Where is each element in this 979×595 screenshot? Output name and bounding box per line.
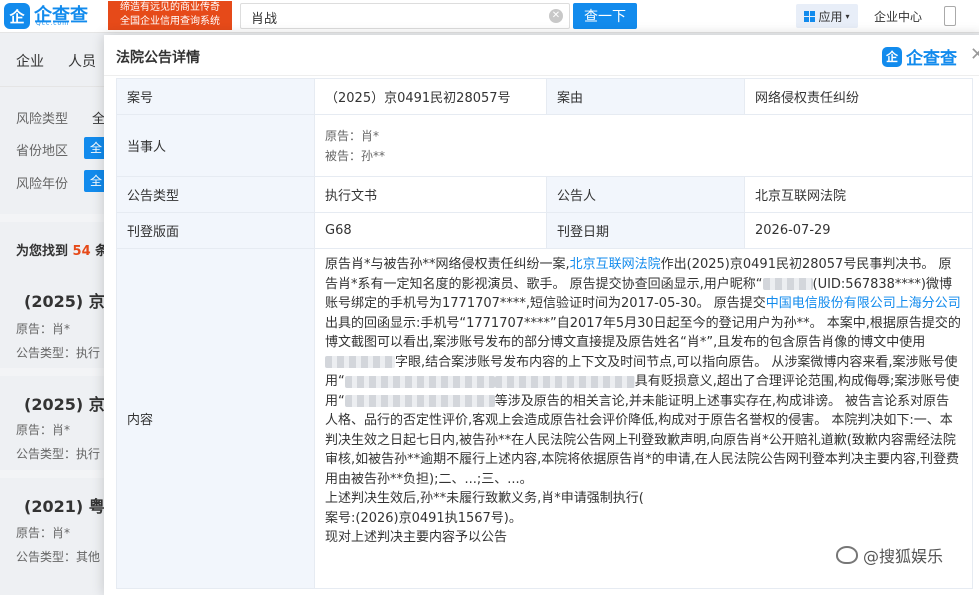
search-type-nav: 企业 人员 [0, 33, 120, 85]
result-count-prefix: 为您找到 [16, 244, 69, 259]
filter-label-region: 省份地区 [16, 144, 69, 159]
chevron-down-icon: ▾ [845, 11, 850, 21]
announcer-value: 北京互联网法院 [744, 176, 973, 213]
content-text: 现对上述判决主要内容予以公告 [325, 530, 508, 545]
section-gap [0, 470, 120, 478]
section-gap [0, 214, 120, 222]
result-title[interactable]: (2025) 京 [24, 391, 105, 415]
telecom-link[interactable]: 中国电信股份有限公司上海分公司 [766, 296, 961, 311]
content-text: 出具的回函显示:手机号“1771707****”自2017年5月30日起至今的登… [325, 315, 961, 351]
result-title[interactable]: (2025) 京 [24, 288, 105, 312]
case-cause-value: 网络侵权责任纠纷 [744, 78, 973, 115]
divider [0, 86, 120, 87]
weibo-icon [836, 546, 858, 564]
filter-label-year: 风险年份 [16, 177, 69, 192]
apps-label: 应用 [818, 9, 843, 24]
result-type: 公告类型：其他 [16, 550, 101, 564]
table-row: 当事人 原告：肖* 被告：孙** [116, 114, 973, 177]
result-type: 公告类型：执行 [16, 447, 101, 461]
court-link[interactable]: 北京互联网法院 [570, 257, 661, 272]
brand-mark: 企 [882, 46, 902, 67]
watermark-text: @搜狐娱乐 [863, 547, 944, 566]
content-text: 案号:(2026)京0491执1567号)。 [325, 510, 522, 526]
content-text: 原告肖*与被告孙**网络侵权责任纠纷一案, [325, 257, 570, 272]
grid-icon [804, 10, 816, 22]
publish-date-value: 2026-07-29 [744, 212, 973, 249]
result-title[interactable]: (2021) 粤 [24, 493, 105, 517]
slogan-banner: 缔造有远见的商业传奇 全国企业信用查询系统 [108, 1, 232, 30]
table-row: 公告类型 执行文书 公告人 北京互联网法院 [116, 176, 973, 213]
table-row: 内容 原告肖*与被告孙**网络侵权责任纠纷一案,北京互联网法院作出(2025)京… [116, 248, 973, 589]
case-number-value: （2025）京0491民初28057号 [314, 78, 547, 115]
apps-button[interactable]: 应用 ▾ [796, 4, 858, 28]
case-number-label: 案号 [116, 78, 315, 115]
search-box: ✕ [240, 3, 570, 30]
nav-tab-person[interactable]: 人员 [68, 51, 96, 71]
result-plaintiff: 原告：肖* [16, 322, 71, 336]
table-row: 案号 （2025）京0491民初28057号 案由 网络侵权责任纠纷 [116, 78, 973, 115]
result-plaintiff: 原告：肖* [16, 526, 71, 540]
clear-icon[interactable]: ✕ [549, 9, 563, 23]
redacted-block [494, 375, 635, 388]
result-count-number: 54 [72, 244, 91, 259]
top-bar: 企 企查查 Qcc.com 缔造有远见的商业传奇 全国企业信用查询系统 ✕ 查一… [0, 0, 979, 33]
notice-detail-table: 案号 （2025）京0491民初28057号 案由 网络侵权责任纠纷 当事人 原… [116, 78, 973, 589]
mobile-phone-icon[interactable] [944, 6, 956, 26]
case-cause-label: 案由 [546, 78, 745, 115]
publish-page-value: G68 [314, 212, 547, 249]
result-count: 为您找到 54 条 [16, 240, 108, 259]
publish-date-label: 刊登日期 [546, 212, 745, 249]
announcer-label: 公告人 [546, 176, 745, 213]
enterprise-center-link[interactable]: 企业中心 [874, 8, 922, 25]
nav-tab-company[interactable]: 企业 [16, 51, 44, 71]
search-button[interactable]: 查一下 [573, 3, 637, 29]
publish-page-label: 刊登版面 [116, 212, 315, 249]
brand-text: 企查查 [906, 49, 957, 69]
slogan-line-1: 缔造有远见的商业传奇 [120, 2, 220, 13]
modal-header: 法院公告详情 企 企查查 ✕ [104, 35, 979, 76]
redacted-block [344, 375, 495, 388]
party-value: 原告：肖* 被告：孙** [314, 114, 973, 177]
qcc-brand-logo: 企 企查查 [882, 44, 957, 69]
content-value: 原告肖*与被告孙**网络侵权责任纠纷一案,北京互联网法院作出(2025)京049… [314, 248, 973, 589]
close-icon[interactable]: ✕ [970, 46, 979, 64]
defendant: 被告：孙** [325, 148, 386, 163]
content-text: 上述判决生效后,孙**未履行致歉义务,肖*申请强制执行( [325, 491, 644, 506]
search-input[interactable] [241, 4, 543, 30]
section-gap [0, 368, 120, 376]
party-label: 当事人 [116, 114, 315, 177]
modal-title: 法院公告详情 [116, 50, 200, 66]
logo-mark: 企 [4, 3, 30, 29]
result-type: 公告类型：执行 [16, 346, 101, 360]
court-notice-detail-modal: 法院公告详情 企 企查查 ✕ 案号 （2025）京0491民初28057号 案由… [104, 35, 979, 595]
notice-type-value: 执行文书 [314, 176, 547, 213]
content-text: 等涉及原告的相关言论,并未能证明上述事实存在,构成诽谤。 被告言论系对原告人格、… [325, 393, 960, 487]
slogan-line-2: 全国企业信用查询系统 [120, 16, 220, 27]
plaintiff: 原告：肖* [325, 128, 380, 143]
sohu-ent-watermark: @搜狐娱乐 [836, 543, 943, 567]
filter-label-risk-type: 风险类型 [16, 112, 69, 127]
notice-type-label: 公告类型 [116, 176, 315, 213]
redacted-block [344, 395, 495, 407]
redacted-block [325, 356, 395, 368]
logo-domain: Qcc.com [36, 20, 70, 27]
redacted-block [762, 278, 813, 290]
table-row: 刊登版面 G68 刊登日期 2026-07-29 [116, 212, 973, 249]
content-label: 内容 [116, 248, 315, 589]
result-plaintiff: 原告：肖* [16, 423, 71, 437]
